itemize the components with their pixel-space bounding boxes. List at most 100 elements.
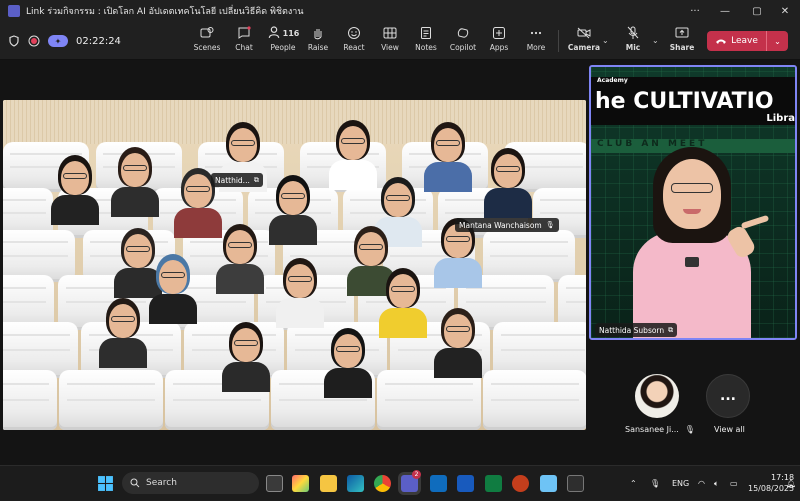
wifi-icon[interactable]: ◠ bbox=[698, 466, 705, 501]
copilot-label: Copilot bbox=[449, 43, 477, 52]
notes-label: Notes bbox=[415, 43, 437, 52]
hand-icon bbox=[314, 29, 322, 40]
participant-name: Natthid... bbox=[215, 175, 250, 185]
camera-off-icon bbox=[577, 27, 591, 39]
raise-hand-button[interactable]: Raise bbox=[298, 26, 338, 58]
react-button[interactable]: React bbox=[334, 26, 374, 58]
mic-muted-icon: 🎙︎ bbox=[684, 425, 695, 434]
search-icon bbox=[130, 478, 140, 488]
powerpoint-icon[interactable] bbox=[512, 475, 529, 492]
participant-name-tag: Natthid... ⧉ bbox=[211, 173, 263, 187]
view-label: View bbox=[381, 43, 399, 52]
share-button[interactable]: Share bbox=[662, 26, 702, 58]
meeting-toolbar: ✦ 02:22:24 Scenes Chat 116 People Raise … bbox=[0, 22, 800, 60]
together-mode-view: Natthid... ⧉ Mantana Wanchaisom 🎙︎ bbox=[3, 100, 586, 430]
mic-options-chevron-icon[interactable]: ⌄ bbox=[652, 36, 659, 45]
notes-button[interactable]: Notes bbox=[406, 26, 446, 58]
language-indicator[interactable]: ENG bbox=[672, 466, 689, 501]
mic-button[interactable]: Mic bbox=[614, 26, 652, 58]
copilot-icon bbox=[457, 28, 469, 38]
battery-icon[interactable]: ▭ bbox=[730, 466, 738, 501]
banner-academy-text: Academy bbox=[597, 77, 628, 84]
edge-icon[interactable] bbox=[347, 475, 364, 492]
camera-label: Camera bbox=[567, 43, 601, 52]
view-button[interactable]: View bbox=[370, 26, 410, 58]
more-button[interactable]: More bbox=[516, 26, 556, 58]
title-bar: Link ร่วมกิจกรรม : เปิดโลก AI อัปเดตเทคโ… bbox=[0, 0, 800, 22]
participant-name: Mantana Wanchaisom bbox=[459, 220, 542, 230]
windows-start-icon[interactable] bbox=[97, 475, 114, 492]
notes-icon bbox=[421, 27, 431, 39]
screen-share-icon: ⧉ bbox=[668, 325, 674, 334]
leave-label: Leave bbox=[731, 36, 758, 46]
excel-icon[interactable] bbox=[485, 475, 502, 492]
more-dots-icon bbox=[530, 31, 542, 35]
camera-options-chevron-icon[interactable]: ⌄ bbox=[602, 36, 609, 45]
taskbar-search[interactable]: Search bbox=[122, 472, 259, 494]
close-button[interactable]: ✕ bbox=[770, 0, 800, 22]
participant-name: Sansanee Ji... bbox=[625, 425, 679, 434]
volume-icon[interactable]: 🔈︎ bbox=[714, 466, 719, 501]
mic-muted-icon: 🎙︎ bbox=[545, 221, 555, 229]
mic-tray-icon[interactable]: 🎙︎ bbox=[650, 466, 660, 501]
apps-button[interactable]: Apps bbox=[479, 26, 519, 58]
chat-icon bbox=[238, 26, 251, 39]
teams-taskbar-icon[interactable]: 2 bbox=[401, 470, 421, 492]
add-apps-icon bbox=[493, 27, 505, 39]
calculator-icon[interactable] bbox=[567, 475, 584, 492]
camera-button[interactable]: Camera bbox=[564, 26, 604, 58]
spotlight-name: Natthida Subsorn bbox=[599, 325, 665, 335]
show-hidden-icons[interactable]: ⌃ bbox=[630, 466, 637, 501]
grid-view-icon bbox=[383, 27, 397, 39]
more-dots-icon: ... bbox=[706, 374, 750, 418]
chrome-icon[interactable] bbox=[374, 475, 391, 492]
scenes-icon bbox=[200, 27, 214, 38]
banner-sub-text: Libra bbox=[766, 113, 795, 124]
spotlight-name-tag: Natthida Subsorn ⧉ bbox=[595, 323, 678, 337]
people-label: People bbox=[270, 43, 296, 52]
banner-title-text: he CULTIVATIO bbox=[595, 89, 774, 114]
chat-label: Chat bbox=[235, 43, 253, 52]
toolbar-divider bbox=[558, 30, 559, 52]
chat-button[interactable]: Chat bbox=[224, 26, 264, 58]
live-captions-icon[interactable]: ✦ bbox=[48, 35, 68, 47]
windows-taskbar: Search 2 ⌃ 🎙︎ ENG ◠ 🔈︎ ▭ 17:18 15/08/202… bbox=[0, 465, 800, 500]
minimize-button[interactable]: — bbox=[710, 0, 740, 22]
word-icon[interactable] bbox=[457, 475, 474, 492]
smiley-icon bbox=[348, 27, 360, 39]
outlook-icon[interactable] bbox=[430, 475, 447, 492]
share-label: Share bbox=[669, 43, 695, 52]
leave-button[interactable]: Leave ⌄ bbox=[707, 31, 788, 51]
task-view-icon[interactable] bbox=[266, 475, 283, 492]
more-options-icon[interactable]: ··· bbox=[680, 0, 710, 22]
maximize-button[interactable]: ▢ bbox=[742, 0, 772, 22]
background-banner: Academy he CULTIVATIO Libra bbox=[591, 77, 795, 125]
scenes-button[interactable]: Scenes bbox=[187, 26, 227, 58]
notification-bell-icon[interactable]: 🔔︎ bbox=[786, 466, 796, 501]
auditorium-seat bbox=[3, 370, 57, 430]
meeting-timer: 02:22:24 bbox=[76, 35, 121, 47]
auditorium-wall bbox=[3, 100, 586, 144]
mic-label: Mic bbox=[625, 43, 641, 52]
auditorium-seat bbox=[59, 370, 163, 430]
leave-options-chevron-icon[interactable]: ⌄ bbox=[767, 37, 788, 46]
notepad-icon[interactable] bbox=[540, 475, 557, 492]
people-icon bbox=[268, 25, 279, 38]
shield-icon[interactable] bbox=[8, 35, 20, 47]
file-explorer-icon[interactable] bbox=[320, 475, 337, 492]
auditorium-seat bbox=[483, 370, 586, 430]
hang-up-icon bbox=[716, 39, 727, 44]
screen-share-icon: ⧉ bbox=[253, 175, 259, 184]
people-count: 116 bbox=[282, 28, 300, 38]
teams-app-icon bbox=[8, 5, 20, 17]
recording-icon[interactable] bbox=[28, 35, 40, 47]
search-placeholder: Search bbox=[146, 478, 177, 488]
auditorium-seat bbox=[377, 370, 481, 430]
react-label: React bbox=[343, 43, 365, 52]
view-all-label: View all bbox=[714, 425, 745, 434]
share-screen-icon bbox=[675, 27, 689, 38]
window-title: Link ร่วมกิจกรรม : เปิดโลก AI อัปเดตเทคโ… bbox=[26, 7, 304, 17]
spotlight-video-tile[interactable]: Academy he CULTIVATIO Libra CLUB AN MEET… bbox=[589, 65, 797, 340]
copilot-button[interactable]: Copilot bbox=[443, 26, 483, 58]
copilot-app-icon[interactable] bbox=[292, 475, 309, 492]
